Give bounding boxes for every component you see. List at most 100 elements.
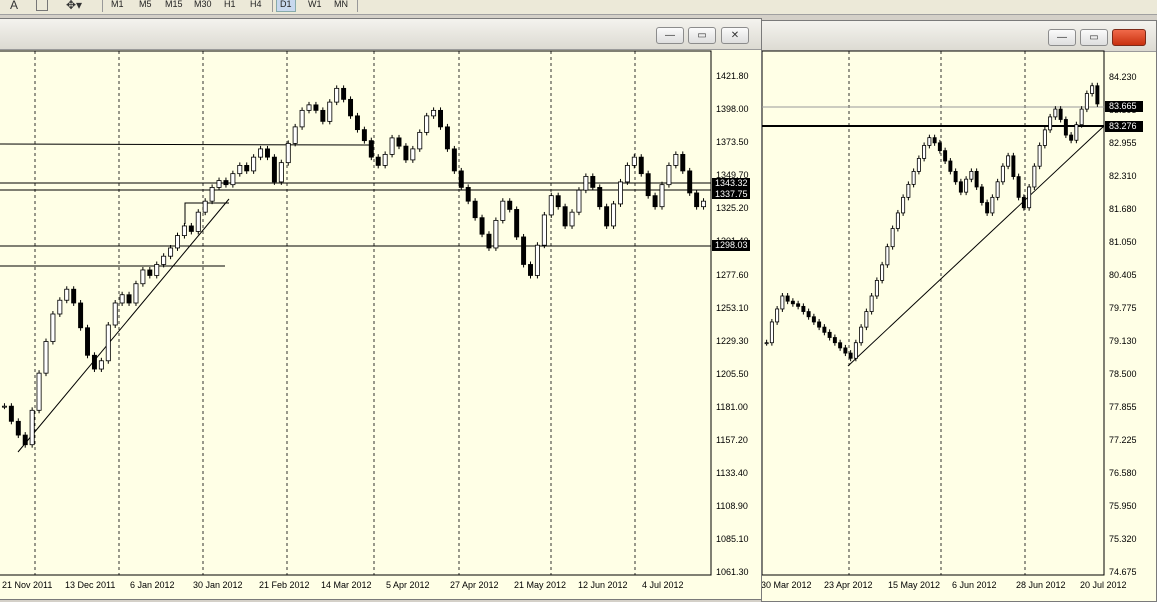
candle-body [71, 288, 77, 304]
timeframe-h4[interactable]: H4 [247, 0, 265, 11]
price-tick: 1085.10 [716, 534, 749, 544]
candle-body [769, 321, 774, 344]
maximize-button[interactable]: ▭ [1080, 29, 1108, 46]
price-tick: 79.775 [1109, 303, 1137, 313]
date-tick: 20 Jul 2012 [1080, 580, 1127, 590]
candle-body [874, 280, 879, 297]
candle-body [604, 206, 610, 227]
timeframe-m1[interactable]: M1 [108, 0, 127, 11]
candle-body [848, 352, 853, 359]
candle-body [1063, 119, 1068, 136]
date-tick: 27 Apr 2012 [450, 580, 499, 590]
candle-body [112, 302, 118, 326]
date-tick: 12 Jun 2012 [578, 580, 628, 590]
candle-body [1, 405, 7, 408]
candle-body [618, 181, 623, 205]
candle-body [673, 153, 679, 166]
timeframe-m5[interactable]: M5 [136, 0, 155, 11]
candle-body [382, 153, 388, 166]
candle-body [368, 140, 374, 158]
candle-body [292, 126, 298, 144]
window-titlebar[interactable]: — ▭ [762, 21, 1156, 52]
candle-body [832, 337, 837, 344]
minimize-button[interactable]: — [656, 27, 684, 44]
date-tick: 23 Apr 2012 [824, 580, 873, 590]
candle-body [853, 342, 858, 359]
candle-body [1000, 165, 1005, 183]
date-tick: 4 Jul 2012 [642, 580, 684, 590]
candle-body [1027, 186, 1032, 209]
date-tick: 5 Apr 2012 [386, 580, 430, 590]
label-tool-icon[interactable] [36, 0, 48, 11]
arrows-tool-icon[interactable]: ✥▾ [66, 0, 82, 12]
date-tick: 14 Mar 2012 [321, 580, 372, 590]
chart-window-right: — ▭ 84.230 83.595 82.955 82.310 81.680 8… [761, 20, 1157, 602]
candle-body [500, 200, 506, 221]
candle-body [958, 181, 963, 193]
candle-body [916, 158, 921, 172]
candle-body [964, 178, 969, 193]
price-tick: 75.950 [1109, 501, 1137, 511]
candle-body [161, 255, 167, 265]
timeframe-m15[interactable]: M15 [162, 0, 186, 11]
price-tick: 1133.40 [716, 468, 748, 478]
candle-body [822, 326, 827, 333]
price-tick: 82.955 [1109, 138, 1137, 148]
close-button[interactable] [1112, 29, 1146, 46]
date-tick: 30 Mar 2012 [762, 580, 812, 590]
timeframe-h1[interactable]: H1 [221, 0, 239, 11]
text-tool-icon[interactable]: A [10, 0, 18, 12]
price-tick: 1325.20 [716, 203, 749, 213]
timeframe-w1[interactable]: W1 [305, 0, 325, 11]
price-chart[interactable]: 1421.80 1398.00 1373.50 1349.70 1325.20 … [0, 49, 761, 599]
candle-body [486, 233, 492, 249]
timeframe-mn[interactable]: MN [331, 0, 351, 11]
price-tick: 1157.20 [716, 435, 748, 445]
candle-body [1058, 108, 1063, 120]
candle-body [528, 264, 533, 276]
plot-area [762, 50, 1105, 576]
chart-window-left: — ▭ ✕ 1421.80 1398.00 1373.50 1349.70 13… [0, 18, 762, 600]
price-marker: 1337.75 [715, 189, 748, 199]
candle-body [979, 186, 984, 203]
candle-body [354, 115, 360, 131]
toolbar-separator [357, 0, 358, 12]
candle-body [1053, 108, 1058, 118]
candle-body [36, 372, 42, 411]
candle-body [932, 137, 937, 144]
candle-body [801, 305, 806, 312]
date-tick: 28 Jun 2012 [1016, 580, 1066, 590]
candle-body [995, 181, 1000, 198]
candle-body [265, 148, 270, 158]
price-tick: 1277.60 [716, 270, 749, 280]
price-marker: 1298.03 [715, 240, 748, 250]
candle-body [796, 303, 801, 307]
candle-body [680, 153, 686, 172]
window-titlebar[interactable]: — ▭ ✕ [0, 19, 761, 50]
date-tick: 21 Nov 2011 [2, 580, 52, 590]
candle-body [57, 299, 63, 315]
price-tick: 1253.10 [716, 303, 749, 313]
candle-body [320, 109, 326, 122]
price-tick: 74.675 [1109, 567, 1137, 577]
candle-body [864, 311, 869, 328]
price-chart[interactable]: 84.230 83.595 82.955 82.310 81.680 81.05… [762, 49, 1156, 599]
price-tick: 78.500 [1109, 369, 1137, 379]
price-tick: 84.230 [1109, 72, 1137, 82]
candle-body [911, 170, 916, 185]
candle-body [953, 170, 958, 183]
price-tick: 1229.30 [716, 336, 749, 346]
timeframe-d1[interactable]: D1 [276, 0, 296, 12]
candle-body [444, 126, 450, 150]
timeframe-m30[interactable]: M30 [191, 0, 215, 11]
close-button[interactable]: ✕ [721, 27, 749, 44]
maximize-button[interactable]: ▭ [688, 27, 716, 44]
candle-body [15, 420, 21, 436]
candle-body [901, 196, 906, 214]
price-tick: 1108.90 [716, 501, 748, 511]
toolbar-separator [102, 0, 103, 12]
minimize-button[interactable]: — [1048, 29, 1076, 46]
candle-body [659, 184, 665, 208]
candle-body [880, 264, 885, 281]
candle-body [922, 145, 927, 159]
